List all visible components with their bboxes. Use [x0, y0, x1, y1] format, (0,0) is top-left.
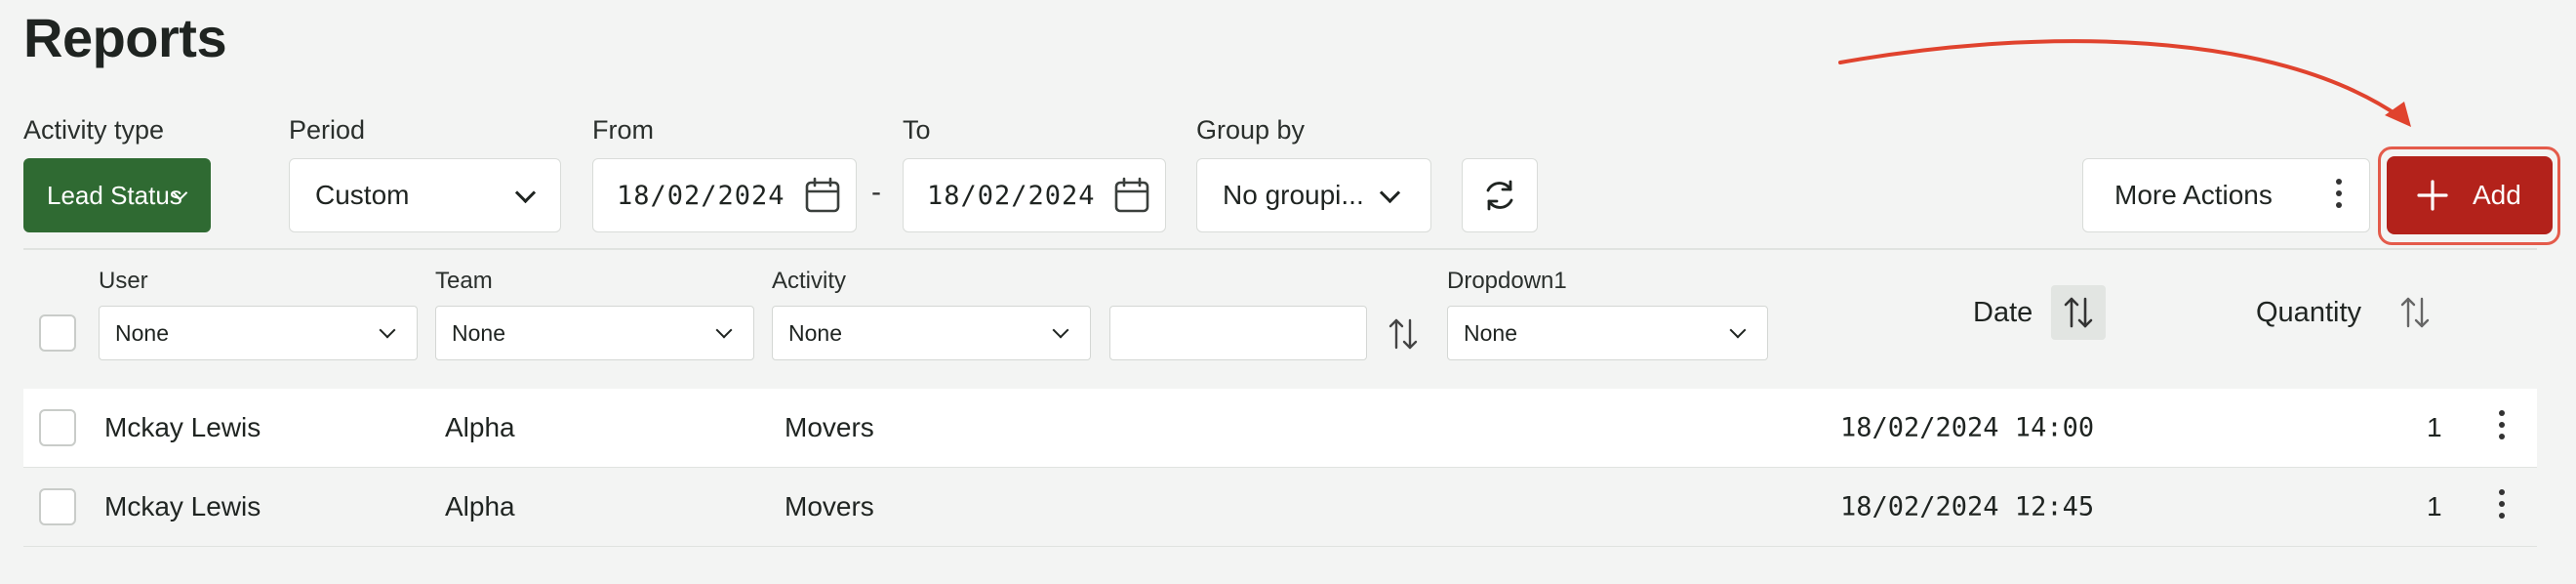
plus-icon: [2417, 180, 2448, 211]
sort-icon[interactable]: [2399, 295, 2431, 330]
chevron-down-icon: [1729, 321, 1747, 339]
row-date: 18/02/2024 14:00: [1840, 412, 2095, 443]
chevron-down-icon: [514, 182, 537, 204]
select-all-checkbox[interactable]: [39, 314, 76, 352]
from-label: From: [592, 115, 654, 145]
sort-icon: [2064, 297, 2093, 328]
activity-filter-select[interactable]: None: [772, 306, 1091, 360]
add-label: Add: [2473, 180, 2521, 210]
activity-type-value: Lead Status: [47, 180, 182, 210]
kebab-menu-icon: [2336, 179, 2342, 214]
refresh-icon: [1486, 180, 1513, 211]
activity-type-label: Activity type: [23, 115, 165, 145]
table-row[interactable]: Mckay Lewis Alpha Movers 18/02/2024 14:0…: [23, 389, 2537, 468]
row-checkbox[interactable]: [39, 488, 76, 525]
row-team: Alpha: [445, 491, 515, 521]
period-label: Period: [289, 115, 366, 145]
from-date-input[interactable]: 18/02/2024: [592, 158, 857, 232]
date-range-separator: -: [871, 176, 881, 208]
quantity-column-header[interactable]: Quantity: [2256, 297, 2361, 329]
user-column-label: User: [99, 268, 148, 294]
team-column-label: Team: [435, 268, 493, 294]
table-row[interactable]: Mckay Lewis Alpha Movers 18/02/2024 12:4…: [23, 468, 2537, 547]
user-filter-select[interactable]: None: [99, 306, 418, 360]
to-date-input[interactable]: 18/02/2024: [903, 158, 1166, 232]
dropdown1-filter-value: None: [1464, 319, 1517, 346]
chevron-down-icon: [1052, 321, 1069, 339]
to-label: To: [903, 115, 931, 145]
row-quantity: 1: [2427, 412, 2442, 442]
calendar-icon[interactable]: [803, 176, 842, 215]
row-checkbox[interactable]: [39, 409, 76, 446]
kebab-menu-icon[interactable]: [2499, 489, 2505, 524]
from-date-value: 18/02/2024: [617, 180, 785, 211]
chevron-down-icon: [1379, 182, 1401, 204]
activity-type-select[interactable]: Lead Status: [23, 158, 211, 232]
refresh-button[interactable]: [1462, 158, 1538, 232]
team-filter-select[interactable]: None: [435, 306, 754, 360]
add-button[interactable]: Add: [2387, 156, 2553, 234]
text-filter-input[interactable]: [1109, 306, 1367, 360]
sort-icon[interactable]: [1388, 316, 1419, 352]
row-quantity: 1: [2427, 491, 2442, 521]
row-date: 18/02/2024 12:45: [1840, 491, 2095, 522]
kebab-menu-icon[interactable]: [2499, 410, 2505, 445]
activity-filter-value: None: [788, 319, 842, 346]
row-activity: Movers: [785, 412, 874, 442]
period-select[interactable]: Custom: [289, 158, 561, 232]
annotation-arrow-icon: [1838, 39, 2411, 127]
date-sort-button[interactable]: [2051, 285, 2106, 340]
divider: [23, 248, 2537, 250]
row-user: Mckay Lewis: [104, 491, 262, 521]
more-actions-button[interactable]: More Actions: [2082, 158, 2370, 232]
team-filter-value: None: [452, 319, 505, 346]
group-by-value: No groupi...: [1223, 180, 1364, 210]
group-by-label: Group by: [1196, 115, 1306, 145]
dropdown1-column-label: Dropdown1: [1447, 268, 1567, 294]
chevron-down-icon: [715, 321, 733, 339]
row-activity: Movers: [785, 491, 874, 521]
to-date-value: 18/02/2024: [927, 180, 1096, 211]
row-user: Mckay Lewis: [104, 412, 262, 442]
page-title: Reports: [23, 7, 227, 68]
calendar-icon[interactable]: [1112, 176, 1151, 215]
date-column-header[interactable]: Date: [1973, 297, 2033, 329]
user-filter-value: None: [115, 319, 169, 346]
activity-column-label: Activity: [772, 268, 847, 294]
chevron-down-icon: [379, 321, 396, 339]
dropdown1-filter-select[interactable]: None: [1447, 306, 1768, 360]
row-team: Alpha: [445, 412, 515, 442]
period-value: Custom: [315, 180, 410, 210]
more-actions-label: More Actions: [2114, 180, 2273, 210]
group-by-select[interactable]: No groupi...: [1196, 158, 1431, 232]
